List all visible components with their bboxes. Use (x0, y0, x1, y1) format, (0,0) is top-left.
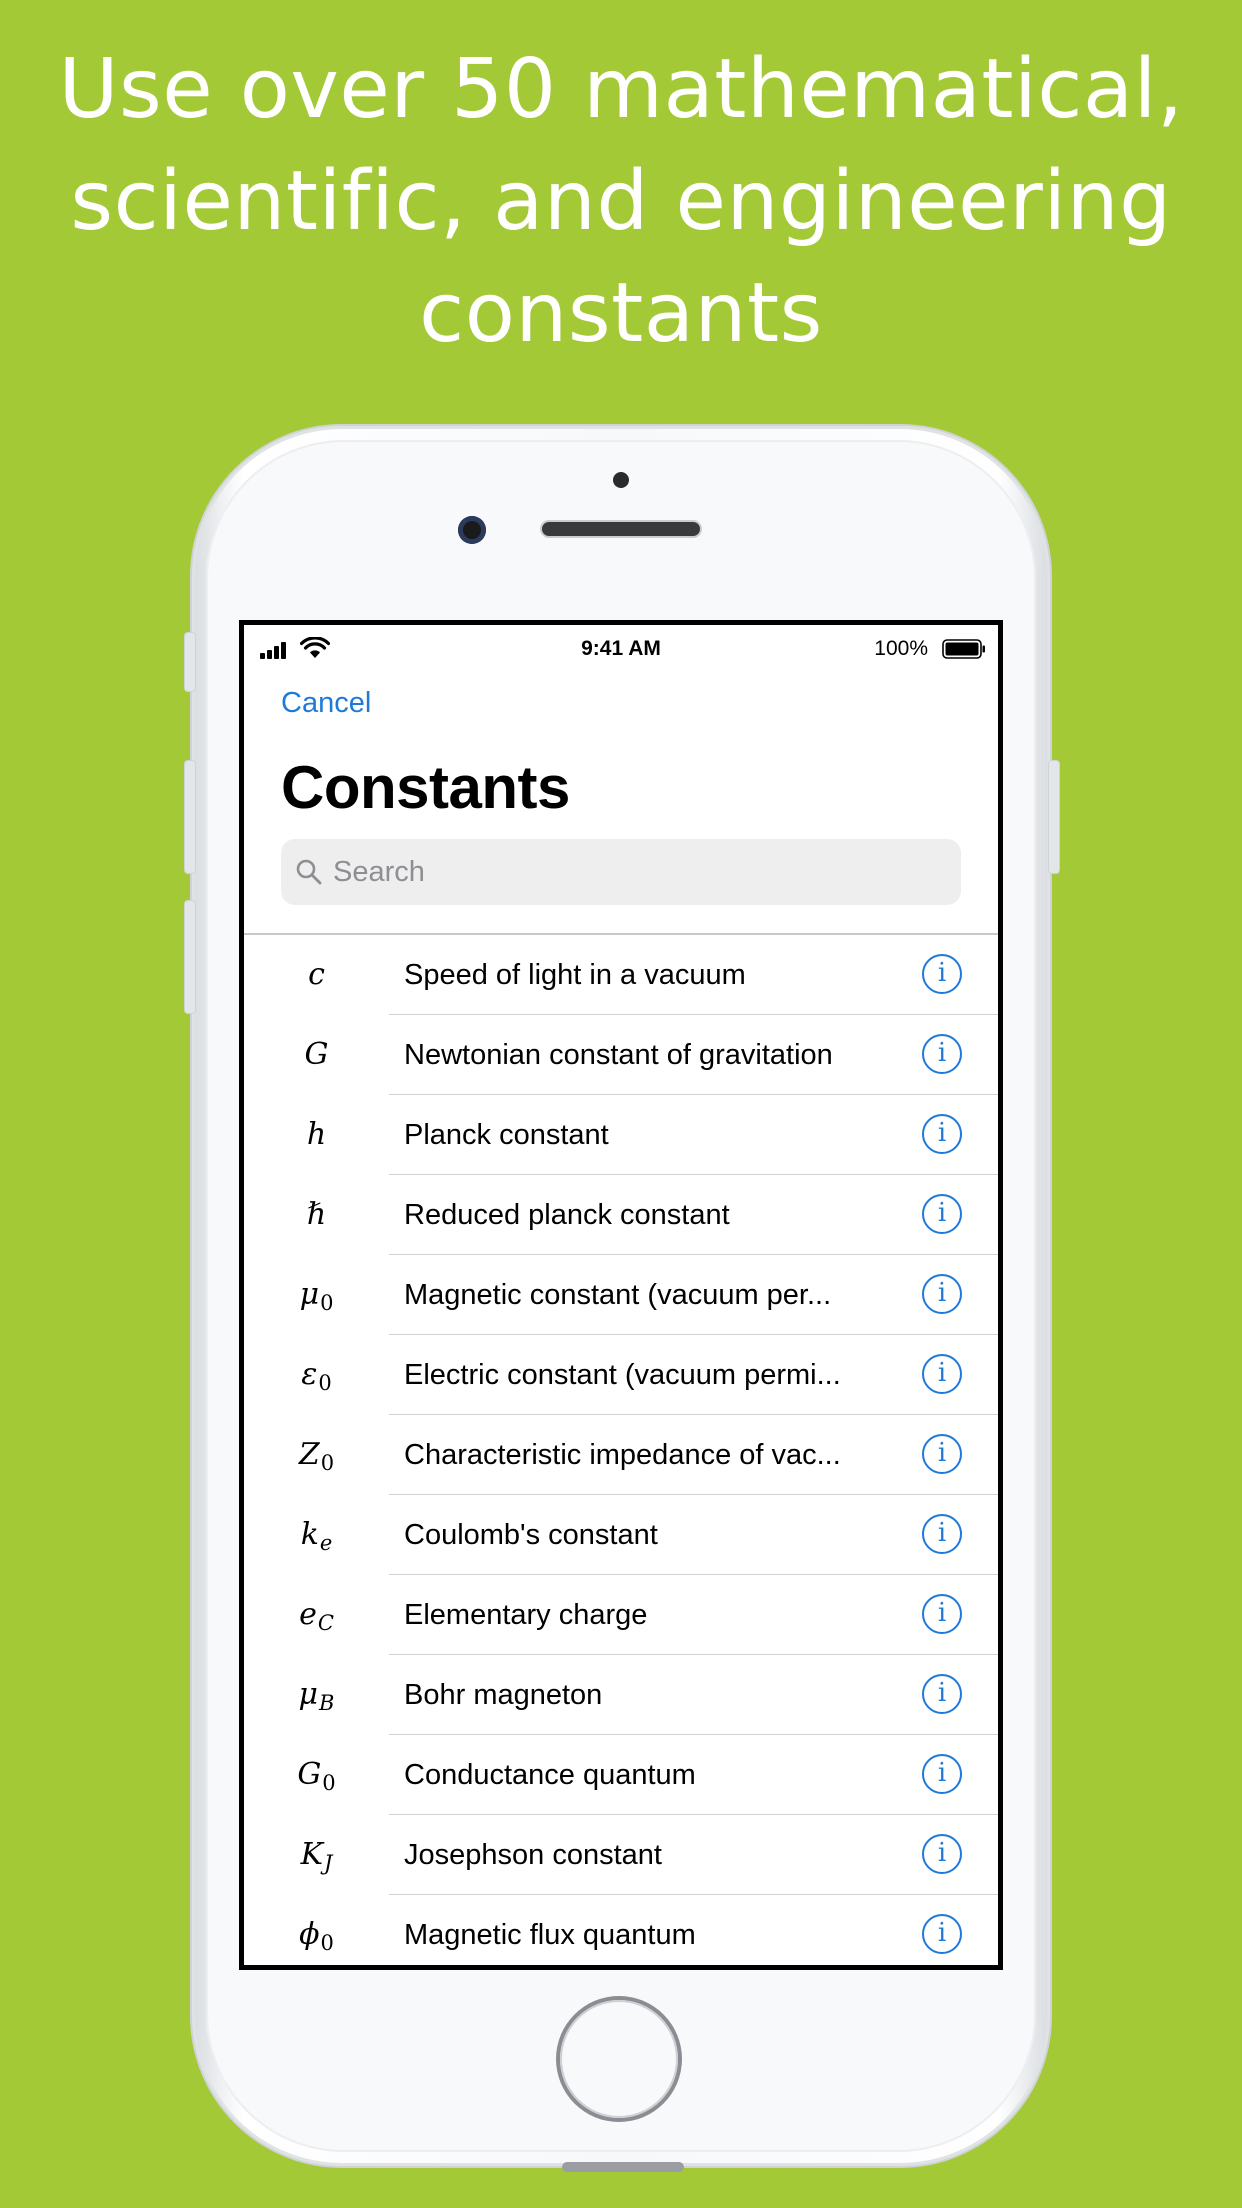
search-bar[interactable] (281, 839, 961, 905)
constant-symbol-base: G (304, 1037, 329, 1072)
constant-symbol-subscript: J (324, 1851, 333, 1875)
proximity-sensor (613, 472, 629, 488)
front-camera-icon (458, 516, 486, 544)
headline-line-3: constants (419, 266, 823, 361)
constant-name: Electric constant (vacuum permi... (404, 1359, 841, 1391)
constant-symbol-base: k (300, 1517, 319, 1552)
constant-row[interactable]: ϕ0 Magnetic flux quantum i (244, 1895, 998, 1965)
promo-headline: Use over 50 mathematical, scientific, an… (0, 34, 1242, 370)
constant-row[interactable]: KJ Josephson constant i (244, 1815, 998, 1895)
constant-name: Newtonian constant of gravitation (404, 1039, 833, 1071)
info-icon[interactable]: i (922, 1914, 962, 1954)
constant-symbol-subscript: 0 (320, 1291, 334, 1315)
info-icon[interactable]: i (922, 1754, 962, 1794)
constant-symbol-base: ϕ (299, 1917, 320, 1952)
constant-name: Speed of light in a vacuum (404, 959, 746, 991)
constant-name: Bohr magneton (404, 1679, 603, 1711)
info-icon[interactable]: i (922, 1274, 962, 1314)
lightning-port (562, 2162, 684, 2172)
constant-name: Conductance quantum (404, 1759, 696, 1791)
constant-symbol-base: μ (298, 1677, 319, 1712)
constant-symbol: KJ (244, 1815, 389, 1895)
page-title: Constants (281, 754, 570, 821)
headline-line-1: Use over 50 mathematical, (58, 42, 1184, 137)
status-bar: 9:41 AM 100% (244, 625, 998, 675)
constant-symbol: eC (244, 1575, 389, 1655)
constant-row[interactable]: G Newtonian constant of gravitation i (244, 1015, 998, 1095)
constant-symbol: c (244, 935, 389, 1015)
battery-percentage: 100% (874, 637, 928, 660)
constant-row[interactable]: h Planck constant i (244, 1095, 998, 1175)
constant-row[interactable]: c Speed of light in a vacuum i (244, 935, 998, 1015)
constants-list: c Speed of light in a vacuum i G Newtonian c… (244, 935, 998, 1965)
constant-name: Coulomb's constant (404, 1519, 658, 1551)
constant-symbol-base: G (297, 1757, 322, 1792)
constant-row[interactable]: G0 Conductance quantum i (244, 1735, 998, 1815)
constant-name: Planck constant (404, 1119, 609, 1151)
volume-down-button (184, 900, 196, 1014)
constant-row[interactable]: ℏ Reduced planck constant i (244, 1175, 998, 1255)
constant-symbol-base: e (299, 1597, 317, 1632)
cancel-button[interactable]: Cancel (281, 687, 371, 720)
constant-symbol-base: h (306, 1117, 327, 1152)
constant-symbol: h (244, 1095, 389, 1175)
constant-symbol-subscript: 0 (320, 1451, 335, 1475)
constant-symbol-subscript: 0 (322, 1771, 336, 1795)
constant-row[interactable]: μ0 Magnetic constant (vacuum per... i (244, 1255, 998, 1335)
info-icon[interactable]: i (922, 1594, 962, 1634)
constant-symbol: G (244, 1015, 389, 1095)
constant-symbol-subscript: C (317, 1611, 334, 1635)
info-icon[interactable]: i (922, 1674, 962, 1714)
constant-row[interactable]: eC Elementary charge i (244, 1575, 998, 1655)
power-button (1048, 760, 1060, 874)
constant-symbol: ℏ (244, 1175, 389, 1255)
constant-symbol-subscript: e (319, 1531, 333, 1555)
constant-name: Josephson constant (404, 1839, 662, 1871)
constant-symbol: ϕ0 (244, 1895, 389, 1965)
constant-row[interactable]: μB Bohr magneton i (244, 1655, 998, 1735)
info-icon[interactable]: i (922, 1034, 962, 1074)
constant-symbol: μ0 (244, 1255, 389, 1335)
constant-name: Elementary charge (404, 1599, 648, 1631)
constant-symbol-subscript: 0 (318, 1371, 332, 1395)
headline-line-2: scientific, and engineering (70, 154, 1172, 249)
constant-symbol: Z0 (244, 1415, 389, 1495)
constant-name: Reduced planck constant (404, 1199, 730, 1231)
info-icon[interactable]: i (922, 1354, 962, 1394)
volume-up-button (184, 760, 196, 874)
constant-symbol-subscript: 0 (320, 1931, 334, 1955)
info-icon[interactable]: i (922, 1434, 962, 1474)
info-icon[interactable]: i (922, 1114, 962, 1154)
constant-symbol: G0 (244, 1735, 389, 1815)
constant-symbol-subscript: B (319, 1691, 335, 1715)
constant-row[interactable]: ε0 Electric constant (vacuum permi... i (244, 1335, 998, 1415)
constant-symbol: ε0 (244, 1335, 389, 1415)
info-icon[interactable]: i (922, 1194, 962, 1234)
constant-name: Magnetic flux quantum (404, 1919, 696, 1951)
constant-name: Characteristic impedance of vac... (404, 1439, 841, 1471)
constant-symbol-base: ε (301, 1357, 318, 1392)
home-button[interactable] (560, 2000, 678, 2118)
constant-row[interactable]: Z0 Characteristic impedance of vac... i (244, 1415, 998, 1495)
constant-symbol: μB (244, 1655, 389, 1735)
constant-symbol-base: ℏ (306, 1197, 327, 1232)
constant-symbol-base: c (308, 957, 325, 992)
search-input[interactable] (333, 839, 933, 905)
phone-screen: 9:41 AM 100% Cancel Constants c Speed of … (239, 620, 1003, 1970)
constant-row[interactable]: ke Coulomb's constant i (244, 1495, 998, 1575)
silent-switch (184, 632, 196, 692)
info-icon[interactable]: i (922, 954, 962, 994)
earpiece-speaker (542, 522, 700, 536)
battery-icon (942, 639, 985, 659)
info-icon[interactable]: i (922, 1514, 962, 1554)
constant-name: Magnetic constant (vacuum per... (404, 1279, 832, 1311)
constant-symbol-base: Z (298, 1437, 320, 1472)
constant-symbol: ke (244, 1495, 389, 1575)
constant-symbol-base: K (300, 1837, 323, 1872)
info-icon[interactable]: i (922, 1834, 962, 1874)
constant-symbol-base: μ (299, 1277, 320, 1312)
search-icon (296, 859, 322, 885)
